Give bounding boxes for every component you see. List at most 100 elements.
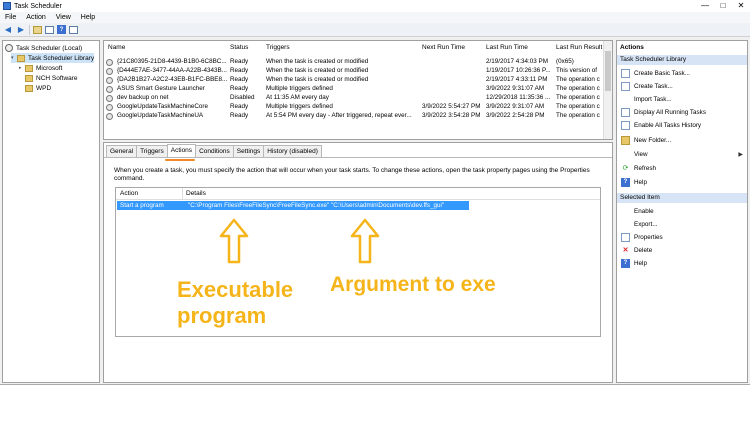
tree-root[interactable]: Task Scheduler (Local) [5, 43, 82, 53]
minimize-button[interactable]: — [696, 0, 714, 12]
column-details[interactable]: Details [186, 190, 206, 197]
task-last-run: 12/29/2018 11:35:36 ... [486, 94, 551, 101]
column-name[interactable]: Name [108, 44, 125, 51]
task-next-run: 3/9/2022 5:54:27 PM [422, 103, 481, 110]
task-icon [106, 68, 113, 75]
tree-library[interactable]: ▾ Task Scheduler Library [11, 53, 95, 63]
toolbar-separator [29, 24, 30, 35]
tree-root-label: Task Scheduler (Local) [16, 44, 83, 52]
task-last-run: 2/19/2017 4:34:03 PM [486, 58, 548, 65]
view-item[interactable]: View ▶ [617, 148, 747, 160]
enable-item[interactable]: Enable [617, 205, 747, 217]
tab-divider [104, 157, 612, 158]
scrollbar-thumb[interactable] [605, 51, 611, 91]
task-row[interactable]: GoogleUpdateTaskMachineCore Ready Multip… [104, 103, 612, 112]
column-last-run[interactable]: Last Run Time [486, 44, 528, 51]
toolbar: ◀ ▶ ? [0, 23, 750, 37]
task-last-result: The operation c [556, 112, 600, 119]
folder-icon[interactable] [33, 25, 42, 34]
task-last-result: This version of [556, 67, 597, 74]
task-row[interactable]: dev backup on net Disabled At 11:35 AM e… [104, 94, 612, 103]
column-action[interactable]: Action [120, 190, 138, 197]
display-running-tasks-item[interactable]: Display All Running Tasks [617, 106, 747, 118]
window-title: Task Scheduler [14, 2, 62, 10]
import-task-item[interactable]: Import Task... [617, 93, 747, 105]
column-next-run[interactable]: Next Run Time [422, 44, 465, 51]
column-status[interactable]: Status [230, 44, 248, 51]
task-last-result: The operation c [556, 94, 600, 101]
export-item[interactable]: Export... [617, 218, 747, 230]
tab-history[interactable]: History (disabled) [263, 145, 322, 157]
blank-icon [621, 207, 630, 216]
enable-history-item[interactable]: Enable All Tasks History [617, 119, 747, 131]
help-item[interactable]: ? Help [617, 176, 747, 188]
section-selected-item[interactable]: Selected Item [617, 193, 747, 203]
task-icon [106, 77, 113, 84]
tab-settings[interactable]: Settings [232, 145, 265, 157]
properties-item[interactable]: Properties [617, 231, 747, 243]
delete-item[interactable]: ✕ Delete [617, 244, 747, 256]
tab-triggers[interactable]: Triggers [136, 145, 168, 157]
close-button[interactable]: ✕ [732, 0, 750, 12]
task-status: Ready [230, 85, 249, 92]
executable-annotation: Executable program [177, 277, 293, 329]
app-icon [3, 2, 11, 10]
console-tree-icon[interactable] [45, 25, 54, 34]
task-triggers: When the task is created or modified [266, 67, 369, 74]
task-status: Ready [230, 58, 249, 65]
tree-item-nch-software[interactable]: NCH Software [25, 73, 78, 83]
menu-help[interactable]: Help [76, 14, 100, 21]
new-folder-item[interactable]: New Folder... [617, 134, 747, 146]
menu-view[interactable]: View [51, 14, 76, 21]
properties-icon [621, 232, 630, 242]
task-row[interactable]: ASUS Smart Gesture Launcher Ready Multip… [104, 85, 612, 94]
task-row[interactable]: {21C80395-21D8-4439-B1B0-6C8BC... Ready … [104, 58, 612, 67]
menu-file[interactable]: File [0, 14, 21, 21]
annotation-line: Executable [177, 277, 294, 302]
action-label: Enable [634, 207, 654, 215]
title-bar: Task Scheduler — □ ✕ [0, 0, 750, 12]
task-name: ASUS Smart Gesture Launcher [117, 85, 205, 92]
clock-icon [5, 44, 13, 52]
action-label: Enable All Tasks History [634, 121, 702, 129]
tree-item-wpd[interactable]: WPD [25, 83, 51, 93]
up-arrow-icon [350, 218, 380, 264]
tab-actions[interactable]: Actions [166, 144, 197, 157]
task-detail-pane: General Triggers Actions Conditions Sett… [103, 142, 613, 383]
action-row[interactable]: Start a program "C:\Program Files\FreeFi… [117, 201, 469, 210]
task-row[interactable]: GoogleUpdateTaskMachineUA Ready At 5:54 … [104, 112, 612, 121]
task-triggers: At 5:54 PM every day - After triggered, … [266, 112, 412, 119]
actions-pane: Actions Task Scheduler Library Create Ba… [616, 40, 748, 383]
action-label: New Folder... [634, 136, 672, 144]
menu-action[interactable]: Action [21, 14, 50, 21]
folder-icon [621, 135, 630, 145]
create-task-item[interactable]: Create Task... [617, 80, 747, 92]
column-last-result[interactable]: Last Run Result [556, 44, 602, 51]
refresh-item[interactable]: ⟳ Refresh [617, 162, 747, 174]
tab-conditions[interactable]: Conditions [195, 145, 234, 157]
window-controls: — □ ✕ [696, 0, 750, 12]
folder-icon [17, 54, 25, 62]
task-row[interactable]: {DA2B1B27-A2C2-43EB-B1FC-BBE8... Ready W… [104, 76, 612, 85]
column-triggers[interactable]: Triggers [266, 44, 290, 51]
maximize-button[interactable]: □ [714, 0, 732, 12]
tree-item-microsoft[interactable]: ▸ Microsoft [19, 63, 62, 73]
task-name: {21C80395-21D8-4439-B1B0-6C8BC... [117, 58, 227, 65]
task-status: Ready [230, 76, 249, 83]
folder-icon [25, 64, 33, 72]
help-item-selected[interactable]: ? Help [617, 257, 747, 269]
forward-arrow-icon[interactable]: ▶ [16, 25, 26, 35]
task-icon [106, 113, 113, 120]
task-list-scrollbar[interactable] [603, 41, 612, 139]
create-basic-task-item[interactable]: Create Basic Task... [617, 67, 747, 79]
tree-item-label: NCH Software [36, 74, 78, 82]
delete-icon: ✕ [622, 247, 629, 254]
tab-general[interactable]: General [106, 145, 138, 157]
task-scheduler-window: Task Scheduler — □ ✕ File Action View He… [0, 0, 750, 385]
section-task-scheduler-library[interactable]: Task Scheduler Library [617, 55, 747, 65]
help-icon[interactable]: ? [57, 25, 66, 34]
back-arrow-icon[interactable]: ◀ [3, 25, 13, 35]
action-pane-icon[interactable] [69, 25, 78, 34]
task-name: GoogleUpdateTaskMachineUA [117, 112, 204, 119]
task-row[interactable]: {D444E7AE-3477-44AA-A22B-4343B... Ready … [104, 67, 612, 76]
